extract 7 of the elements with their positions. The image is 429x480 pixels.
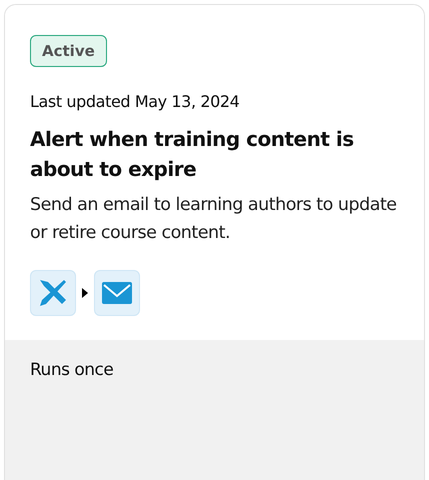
status-badge: Active: [30, 35, 107, 67]
last-updated-text: Last updated May 13, 2024: [30, 92, 240, 111]
arrow-icon: [82, 288, 88, 298]
card-description: Send an email to learning authors to update or retire course content.: [30, 194, 398, 245]
card-title: Alert when training content is about to expire: [30, 126, 355, 183]
envelope-icon: [102, 282, 132, 304]
run-frequency-text: Runs once: [30, 360, 114, 380]
